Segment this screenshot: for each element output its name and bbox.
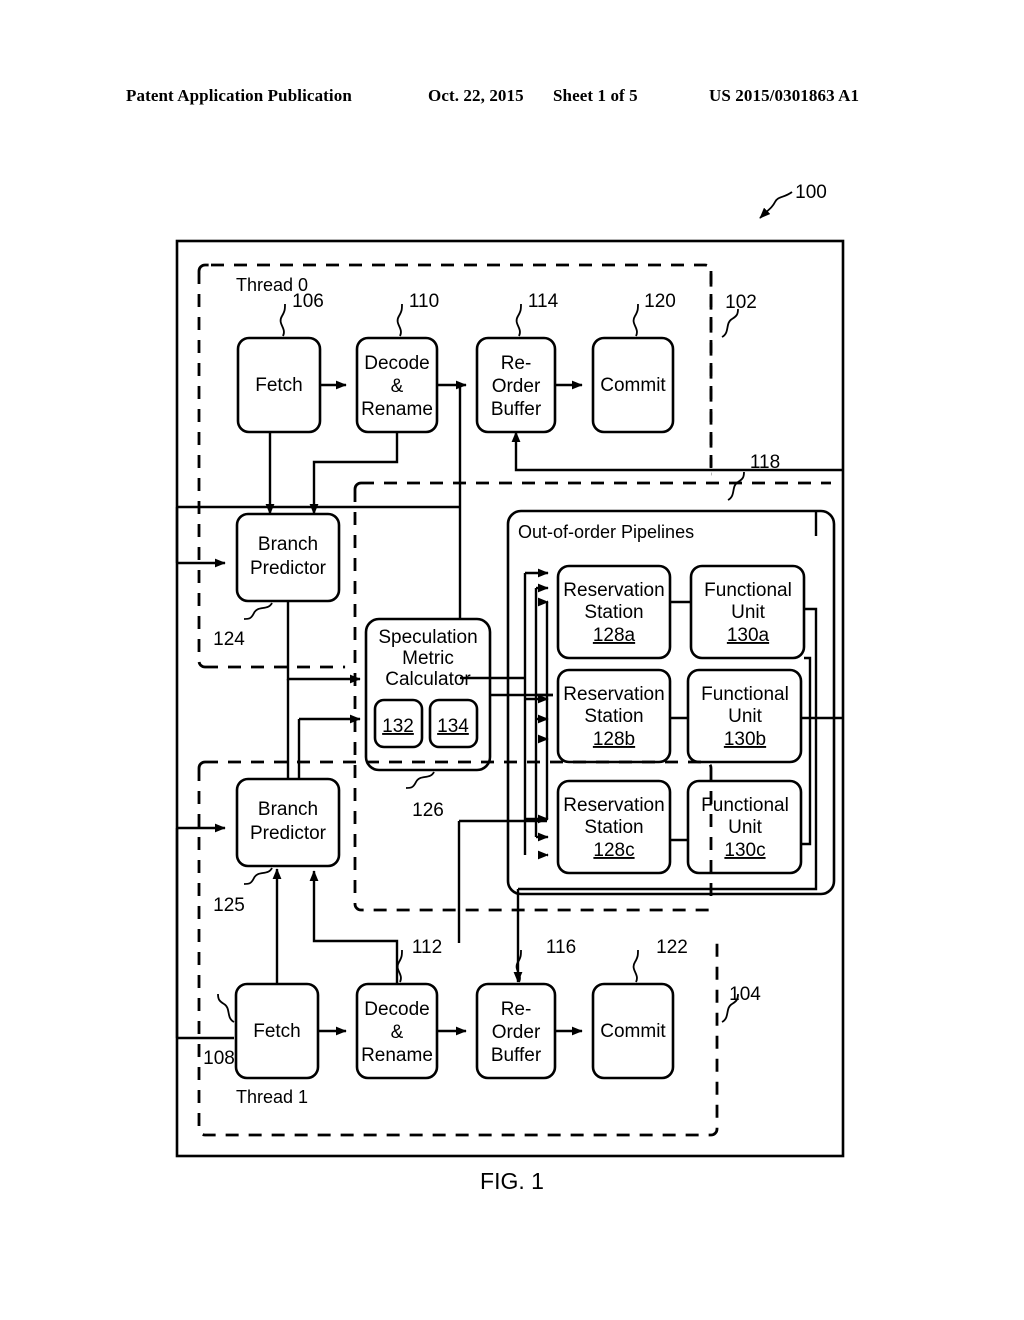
thread0-dashed-corner-tl: [197, 263, 211, 272]
ref-100-text: 100: [795, 182, 827, 203]
thread0-fetch-block: Fetch 106: [236, 291, 324, 434]
thread0-decode-ref: 110: [409, 291, 439, 312]
thread1-ref-104: 104: [721, 984, 761, 1023]
fu-a-line1: Functional: [704, 580, 792, 601]
rs-b-line1: Reservation: [563, 684, 664, 705]
spec-sub-132-label: 132: [382, 716, 414, 737]
thread1-decode-line2: &: [391, 1022, 404, 1043]
thread0-rob-line3: Buffer: [491, 399, 542, 420]
figure-caption: FIG. 1: [480, 1168, 544, 1194]
thread1-commit-block: Commit 122: [591, 937, 688, 1080]
fu-c-line2: Unit: [728, 817, 763, 838]
thread0-commit-label: Commit: [600, 375, 666, 396]
reservation-station-c: Reservation Station 128c: [556, 779, 672, 875]
thread1-decode-line1: Decode: [364, 999, 430, 1020]
fu-a-ref: 130a: [727, 625, 770, 646]
fu-a-line2: Unit: [731, 602, 766, 623]
reservation-station-a: Reservation Station 128a: [556, 564, 672, 660]
thread1-reorder-buffer-block: Re- Order Buffer 116: [475, 937, 576, 1080]
thread0-commit-ref: 120: [644, 291, 676, 312]
functional-unit-c: Functional Unit 130c: [686, 779, 803, 875]
thread0-rob-line1: Re-: [501, 353, 532, 374]
thread0-ref-102: 102: [721, 292, 757, 338]
t0-bp-line2: Predictor: [250, 558, 327, 579]
spec-line3: Calculator: [385, 669, 471, 690]
ref-102-text: 102: [725, 292, 757, 313]
rs-a-line2: Station: [584, 602, 643, 623]
thread1-commit-label: Commit: [600, 1021, 666, 1042]
spec-ref: 126: [412, 800, 444, 821]
thread0-decode-line1: Decode: [364, 353, 430, 374]
thread1-decode-ref: 112: [412, 937, 442, 958]
figure-1-diagram: 100 Thread 0 102 Fetch 106 Decode & Rena…: [175, 182, 845, 1194]
pipelines-title: Out-of-order Pipelines: [518, 522, 694, 542]
t1-bp-line1: Branch: [258, 799, 318, 820]
thread0-dashed-left: [197, 271, 206, 669]
speculation-metric-calculator-block: Speculation Metric Calculator 132 134 12…: [364, 617, 492, 821]
fu-b-line1: Functional: [701, 684, 789, 705]
spec-sub-134-label: 134: [437, 716, 469, 737]
rs-c-line2: Station: [584, 817, 643, 838]
spec-line2: Metric: [402, 648, 454, 669]
t0-bp-ref: 124: [213, 629, 245, 650]
thread0-decode-line3: Rename: [361, 399, 433, 420]
thread1-fetch-block: Fetch 108: [203, 982, 320, 1080]
rs-c-line1: Reservation: [563, 795, 664, 816]
t0-bp-line1: Branch: [258, 534, 318, 555]
functional-unit-b: Functional Unit 130b: [686, 668, 803, 764]
fu-c-line1: Functional: [701, 795, 789, 816]
thread0-commit-block: Commit 120: [591, 291, 676, 434]
thread1-decode-rename-block: Decode & Rename 112: [355, 937, 442, 1080]
functional-unit-a: Functional Unit 130a: [689, 564, 806, 660]
t1-bp-line2: Predictor: [250, 823, 327, 844]
fu-b-line2: Unit: [728, 706, 763, 727]
thread1-title: Thread 1: [236, 1087, 308, 1107]
ref-104-text: 104: [729, 984, 761, 1005]
patent-sheet: Patent Application Publication Oct. 22, …: [0, 0, 1024, 1320]
rs-b-ref: 128b: [593, 729, 635, 750]
system-ref-100: 100: [759, 182, 827, 219]
reservation-station-b: Reservation Station 128b: [556, 668, 672, 764]
ref-118-lead: 118: [727, 452, 780, 501]
thread0-rob-line2: Order: [492, 376, 541, 397]
t1-bp-ref: 125: [213, 895, 245, 916]
fu-c-ref: 130c: [724, 840, 765, 861]
thread0-decode-rename-block: Decode & Rename 110: [355, 291, 439, 434]
thread1-commit-ref: 122: [656, 937, 688, 958]
thread1-rob-ref: 116: [546, 937, 576, 958]
thread0-fetch-label: Fetch: [255, 375, 303, 396]
ref118-dashed-corner: [353, 481, 362, 490]
thread0-rob-ref: 114: [528, 291, 559, 312]
rs-a-ref: 128a: [593, 625, 636, 646]
rs-c-ref: 128c: [593, 840, 634, 861]
thread1-fetch-ref: 108: [203, 1048, 235, 1069]
ref-118-text: 118: [750, 452, 780, 473]
fu-b-ref: 130b: [724, 729, 766, 750]
thread0-fetch-ref: 106: [292, 291, 324, 312]
rs-a-line1: Reservation: [563, 580, 664, 601]
thread1-fetch-label: Fetch: [253, 1021, 301, 1042]
spec-line1: Speculation: [378, 627, 477, 648]
thread1-rob-line2: Order: [492, 1022, 541, 1043]
thread1-dashed-tl: [197, 760, 206, 769]
thread1-rob-line1: Re-: [501, 999, 532, 1020]
thread0-reorder-buffer-block: Re- Order Buffer 114: [475, 291, 559, 434]
thread0-decode-line2: &: [391, 376, 404, 397]
thread1-decode-line3: Rename: [361, 1045, 433, 1066]
rs-b-line2: Station: [584, 706, 643, 727]
thread1-rob-line3: Buffer: [491, 1045, 542, 1066]
arrow-fu-to-t0-rob: [511, 431, 843, 472]
thread0-branch-predictor-block: Branch Predictor 124: [213, 512, 341, 650]
